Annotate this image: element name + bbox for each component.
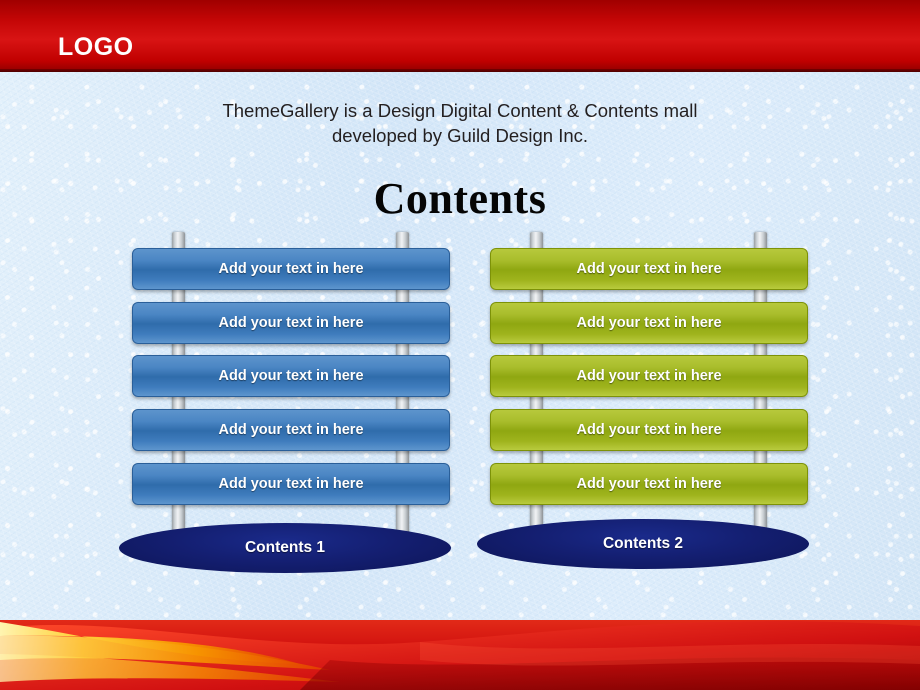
plank-item[interactable]: Add your text in here — [132, 463, 450, 505]
base-ellipse: Contents 1 — [119, 523, 451, 573]
page-title: Contents — [373, 174, 547, 223]
contents-group-1: Contents 1 Add your text in here Add you… — [110, 228, 470, 578]
plank-item[interactable]: Add your text in here — [490, 302, 808, 344]
subtitle-line-2: developed by Guild Design Inc. — [331, 125, 589, 146]
slide-canvas: LOGO ThemeGallery is a Design Digital Co… — [0, 0, 920, 690]
plank-item[interactable]: Add your text in here — [132, 302, 450, 344]
logo: LOGO — [58, 33, 134, 61]
subtitle-line-1: ThemeGallery is a Design Digital Content… — [222, 100, 698, 121]
subtitle: ThemeGallery is a Design Digital Content… — [0, 98, 920, 148]
plank-item[interactable]: Add your text in here — [490, 409, 808, 451]
plank-item[interactable]: Add your text in here — [490, 463, 808, 505]
header-bar: LOGO — [0, 0, 920, 72]
plank-item[interactable]: Add your text in here — [132, 248, 450, 290]
base-label: Contents 1 — [244, 539, 326, 556]
footer-wave-graphic — [0, 620, 920, 690]
plank-item[interactable]: Add your text in here — [132, 409, 450, 451]
contents-group-2: Contents 2 Add your text in here Add you… — [468, 228, 828, 578]
base-label: Contents 2 — [602, 535, 684, 552]
plank-item[interactable]: Add your text in here — [490, 355, 808, 397]
footer-decoration — [0, 620, 920, 690]
base-ellipse: Contents 2 — [477, 519, 809, 569]
plank-item[interactable]: Add your text in here — [490, 248, 808, 290]
plank-item[interactable]: Add your text in here — [132, 355, 450, 397]
